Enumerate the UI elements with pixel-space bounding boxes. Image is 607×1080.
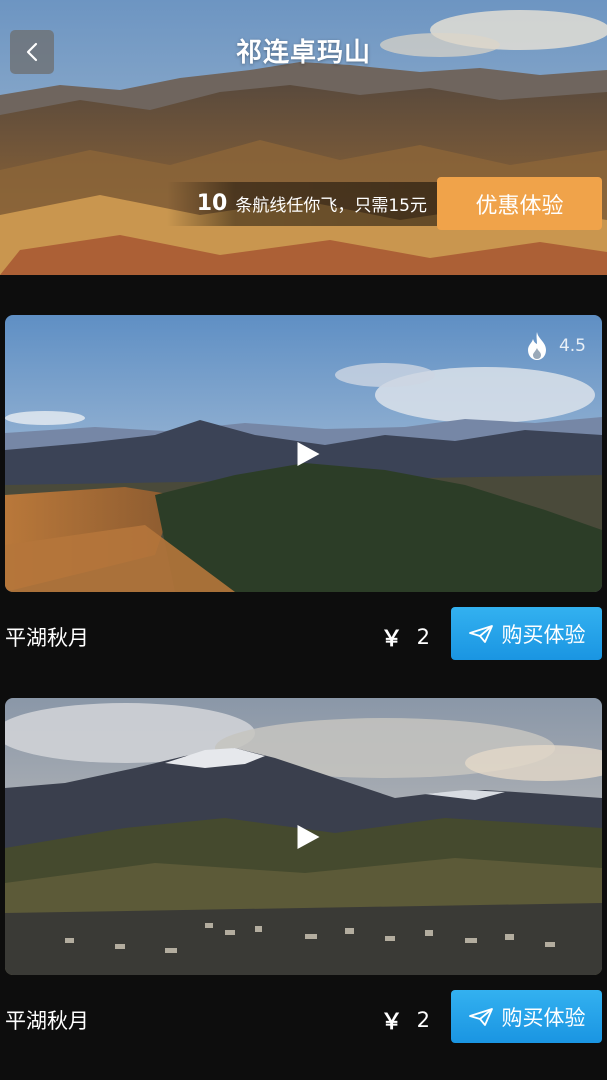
- price-value: 2: [416, 1008, 430, 1032]
- promo-text: 10 条航线任你飞，只需15元: [166, 181, 437, 226]
- popularity-badge: 4.5: [525, 331, 586, 361]
- paper-plane-icon: [468, 1007, 493, 1026]
- currency-symbol: ￥: [380, 627, 403, 652]
- route-price: ￥ 2: [381, 621, 430, 653]
- popularity-score: 4.5: [558, 336, 586, 356]
- page-title: 祁连卓玛山: [235, 38, 371, 68]
- video-thumbnail[interactable]: 4.5: [5, 315, 602, 592]
- price-value: 2: [416, 625, 430, 649]
- promo-strip: 10 条航线任你飞，只需15元 优惠体验: [166, 177, 602, 230]
- buy-button-label: 购买体验: [501, 622, 586, 647]
- promo-description: 条航线任你飞，只需15元: [235, 196, 427, 216]
- route-card: 平湖秋月 ￥ 2 购买体验: [5, 698, 602, 1063]
- buy-experience-button[interactable]: 购买体验: [451, 607, 602, 660]
- play-icon[interactable]: [293, 822, 323, 852]
- play-icon[interactable]: [293, 439, 323, 469]
- route-price: ￥ 2: [381, 1004, 430, 1036]
- promo-route-count: 10: [196, 191, 228, 216]
- route-card: 4.5 平湖秋月 ￥ 2 购买体验: [5, 315, 602, 680]
- route-name: 平湖秋月: [5, 626, 89, 650]
- buy-button-label: 购买体验: [501, 1005, 586, 1030]
- currency-symbol: ￥: [380, 1010, 403, 1035]
- paper-plane-icon: [468, 624, 493, 643]
- video-thumbnail[interactable]: [5, 698, 602, 975]
- buy-experience-button[interactable]: 购买体验: [451, 990, 602, 1043]
- promo-experience-button[interactable]: 优惠体验: [437, 177, 602, 230]
- hero-banner: 祁连卓玛山 10 条航线任你飞，只需15元 优惠体验: [0, 0, 607, 275]
- route-name: 平湖秋月: [5, 1009, 89, 1033]
- route-info: 平湖秋月 ￥ 2 购买体验: [5, 592, 602, 680]
- route-info: 平湖秋月 ￥ 2 购买体验: [5, 975, 602, 1063]
- flame-icon: [527, 332, 546, 360]
